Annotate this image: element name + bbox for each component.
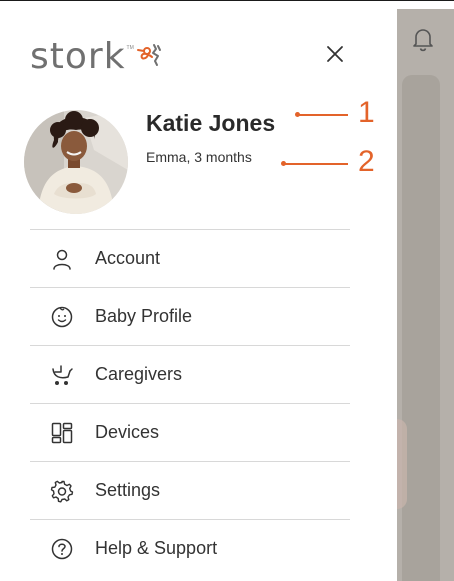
annotation-1-line [298,114,348,116]
devices-grid-icon [51,422,73,443]
person-icon [53,249,71,270]
menu-item-account[interactable]: Account [30,229,350,287]
menu-item-devices[interactable]: Devices [30,403,350,461]
menu-item-label: Help & Support [95,538,218,558]
frame-border [0,0,454,1]
annotation-2-line [284,163,348,165]
background-card [402,75,440,581]
close-icon[interactable] [324,43,346,65]
child-info: Emma, 3 months [146,149,252,165]
background-image-fragment [397,419,407,509]
menu-item-settings[interactable]: Settings [30,461,350,519]
avatar[interactable] [24,110,128,214]
drawer-menu: Account Baby Profile Caregivers Devices … [30,229,350,577]
menu-item-caregivers[interactable]: Caregivers [30,345,350,403]
menu-item-label: Caregivers [95,364,183,384]
menu-item-label: Settings [95,480,161,500]
stroller-icon [52,364,73,385]
help-icon [51,538,73,559]
annotation-2-number: 2 [358,145,375,178]
annotation-1-number: 1 [358,96,375,129]
background-app [397,9,454,581]
baby-face-icon [51,306,73,327]
stork-bird-icon [136,44,161,66]
menu-item-label: Baby Profile [95,306,193,326]
side-drawer: stork TM Katie Jones Emma, 3 months Acco… [12,9,397,581]
logo-text: stork [30,36,126,77]
logo-trademark: TM [126,45,134,51]
gear-icon [50,480,74,502]
bell-icon[interactable] [412,26,434,52]
menu-item-label: Account [95,248,161,268]
user-name: Katie Jones [146,110,276,136]
menu-item-help-support[interactable]: Help & Support [30,519,350,577]
stork-logo: stork TM [30,35,166,75]
menu-item-label: Devices [95,422,160,442]
menu-item-baby-profile[interactable]: Baby Profile [30,287,350,345]
